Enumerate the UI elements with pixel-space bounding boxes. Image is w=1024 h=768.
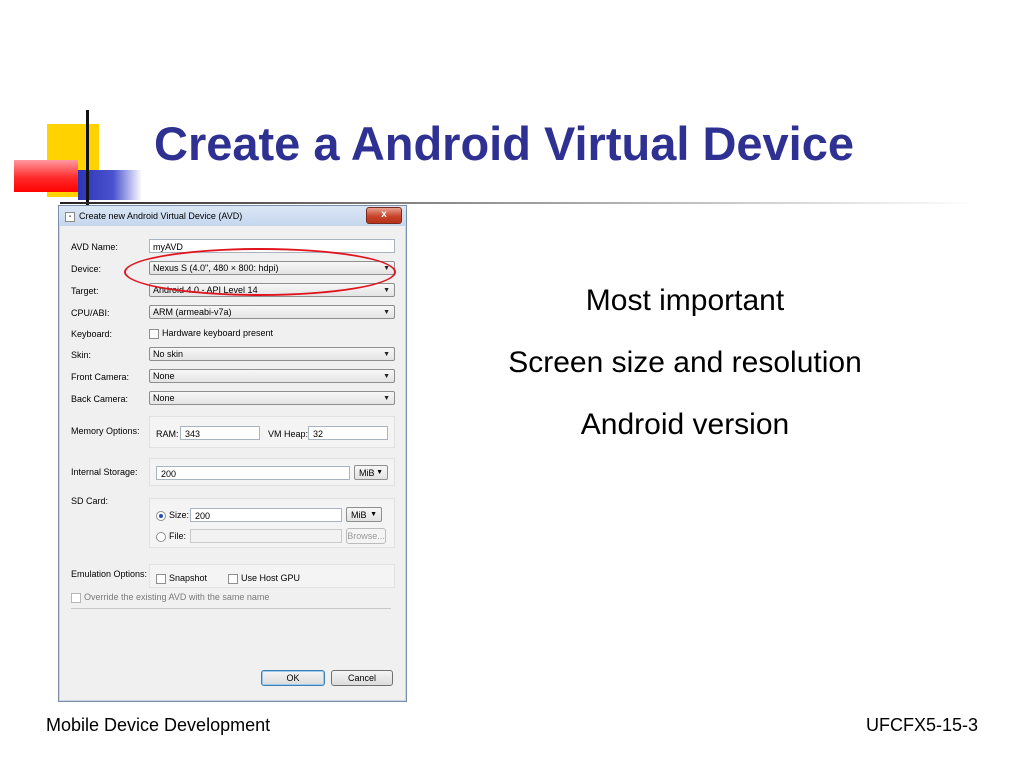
- cpu-abi-select[interactable]: ARM (armeabi-v7a) ▼: [149, 305, 395, 319]
- memory-options-label: Memory Options:: [71, 426, 140, 436]
- ram-label: RAM:: [156, 429, 179, 439]
- back-camera-label: Back Camera:: [71, 394, 129, 404]
- checkbox-icon: [149, 328, 159, 339]
- front-camera-select[interactable]: None ▼: [149, 369, 395, 383]
- use-host-gpu-checkbox[interactable]: Use Host GPU: [228, 573, 300, 584]
- slide-title: Create a Android Virtual Device: [154, 117, 855, 170]
- dropdown-arrow-icon: ▼: [383, 373, 390, 380]
- use-host-gpu-label: Use Host GPU: [241, 573, 301, 583]
- dialog-titlebar[interactable]: ▪ Create new Android Virtual Device (AVD…: [59, 206, 406, 226]
- radio-unselected-icon: [156, 531, 166, 542]
- target-label: Target:: [71, 286, 99, 296]
- bullet-list: Most important Screen size and resolutio…: [470, 282, 900, 468]
- override-checkbox[interactable]: Override the existing AVD with the same …: [71, 592, 269, 603]
- snapshot-checkbox[interactable]: Snapshot: [156, 573, 207, 584]
- vm-heap-label: VM Heap:: [268, 429, 309, 439]
- internal-storage-label: Internal Storage:: [71, 467, 138, 477]
- bullet-item: Android version: [580, 408, 790, 441]
- decoration-red-square: [14, 160, 78, 192]
- memory-options-group: RAM: 343 VM Heap: 32: [149, 416, 395, 448]
- dialog-body: AVD Name: myAVD Device: Nexus S (4.0", 4…: [65, 230, 399, 695]
- footer-course: Mobile Device Development: [46, 715, 271, 735]
- bullet-item: Screen size and resolution: [508, 346, 862, 379]
- front-camera-label: Front Camera:: [71, 372, 130, 382]
- hardware-keyboard-checkbox[interactable]: Hardware keyboard present: [149, 328, 273, 339]
- dropdown-arrow-icon: ▼: [383, 395, 390, 402]
- emulation-options-group: Snapshot Use Host GPU: [149, 564, 395, 588]
- vm-heap-input[interactable]: 32: [308, 426, 388, 440]
- sd-card-group: Size: 200 MiB ▼ File: Browse...: [149, 498, 395, 548]
- back-camera-select[interactable]: None ▼: [149, 391, 395, 405]
- sd-size-unit-select[interactable]: MiB ▼: [346, 507, 382, 522]
- footer-module-code: UFCFX5-15-3: [865, 715, 978, 735]
- dropdown-arrow-icon: ▼: [376, 469, 383, 476]
- avd-name-label: AVD Name:: [71, 242, 118, 252]
- emulation-options-label: Emulation Options:: [71, 569, 148, 579]
- highlight-ellipse: [124, 248, 396, 296]
- keyboard-label: Keyboard:: [71, 329, 113, 339]
- sd-file-radio[interactable]: File:: [156, 531, 186, 542]
- ram-input[interactable]: 343: [180, 426, 260, 440]
- skin-select[interactable]: No skin ▼: [149, 347, 395, 361]
- radio-selected-icon: [156, 510, 166, 521]
- checkbox-icon: [228, 573, 238, 584]
- window-icon: ▪: [65, 212, 75, 222]
- sd-size-input[interactable]: 200: [190, 508, 342, 522]
- dropdown-arrow-icon: ▼: [383, 287, 390, 294]
- close-button[interactable]: x: [366, 207, 402, 224]
- sd-size-unit-value: MiB: [351, 510, 367, 520]
- snapshot-label: Snapshot: [169, 573, 208, 583]
- checkbox-icon: [156, 573, 166, 584]
- internal-storage-input[interactable]: 200: [156, 466, 350, 480]
- ok-button[interactable]: OK: [261, 670, 325, 686]
- device-label: Device:: [71, 264, 102, 274]
- sd-size-label: Size:: [169, 510, 190, 520]
- back-camera-value: None: [153, 393, 175, 403]
- cpu-abi-label: CPU/ABI:: [71, 308, 110, 318]
- checkbox-icon: [71, 592, 81, 603]
- cancel-button[interactable]: Cancel: [331, 670, 393, 686]
- sd-file-input[interactable]: [190, 529, 342, 543]
- separator: [71, 608, 391, 609]
- internal-storage-unit-value: MiB: [359, 468, 375, 478]
- bullet-item: Most important: [585, 284, 785, 317]
- sd-file-label: File:: [169, 531, 187, 541]
- internal-storage-unit-select[interactable]: MiB ▼: [354, 465, 388, 480]
- sd-size-radio[interactable]: Size:: [156, 510, 189, 521]
- skin-value: No skin: [153, 349, 184, 359]
- override-label: Override the existing AVD with the same …: [84, 592, 270, 602]
- skin-label: Skin:: [71, 350, 92, 360]
- dialog-title: Create new Android Virtual Device (AVD): [79, 211, 243, 221]
- browse-button[interactable]: Browse...: [346, 528, 386, 544]
- sd-card-label: SD Card:: [71, 496, 109, 506]
- dropdown-arrow-icon: ▼: [383, 351, 390, 358]
- cpu-abi-value: ARM (armeabi-v7a): [153, 307, 232, 317]
- dropdown-arrow-icon: ▼: [383, 309, 390, 316]
- front-camera-value: None: [153, 371, 175, 381]
- hardware-keyboard-label: Hardware keyboard present: [162, 328, 274, 338]
- title-underline: [60, 202, 980, 204]
- dropdown-arrow-icon: ▼: [370, 511, 377, 518]
- decoration-vertical-line: [86, 110, 89, 215]
- internal-storage-group: 200 MiB ▼: [149, 458, 395, 486]
